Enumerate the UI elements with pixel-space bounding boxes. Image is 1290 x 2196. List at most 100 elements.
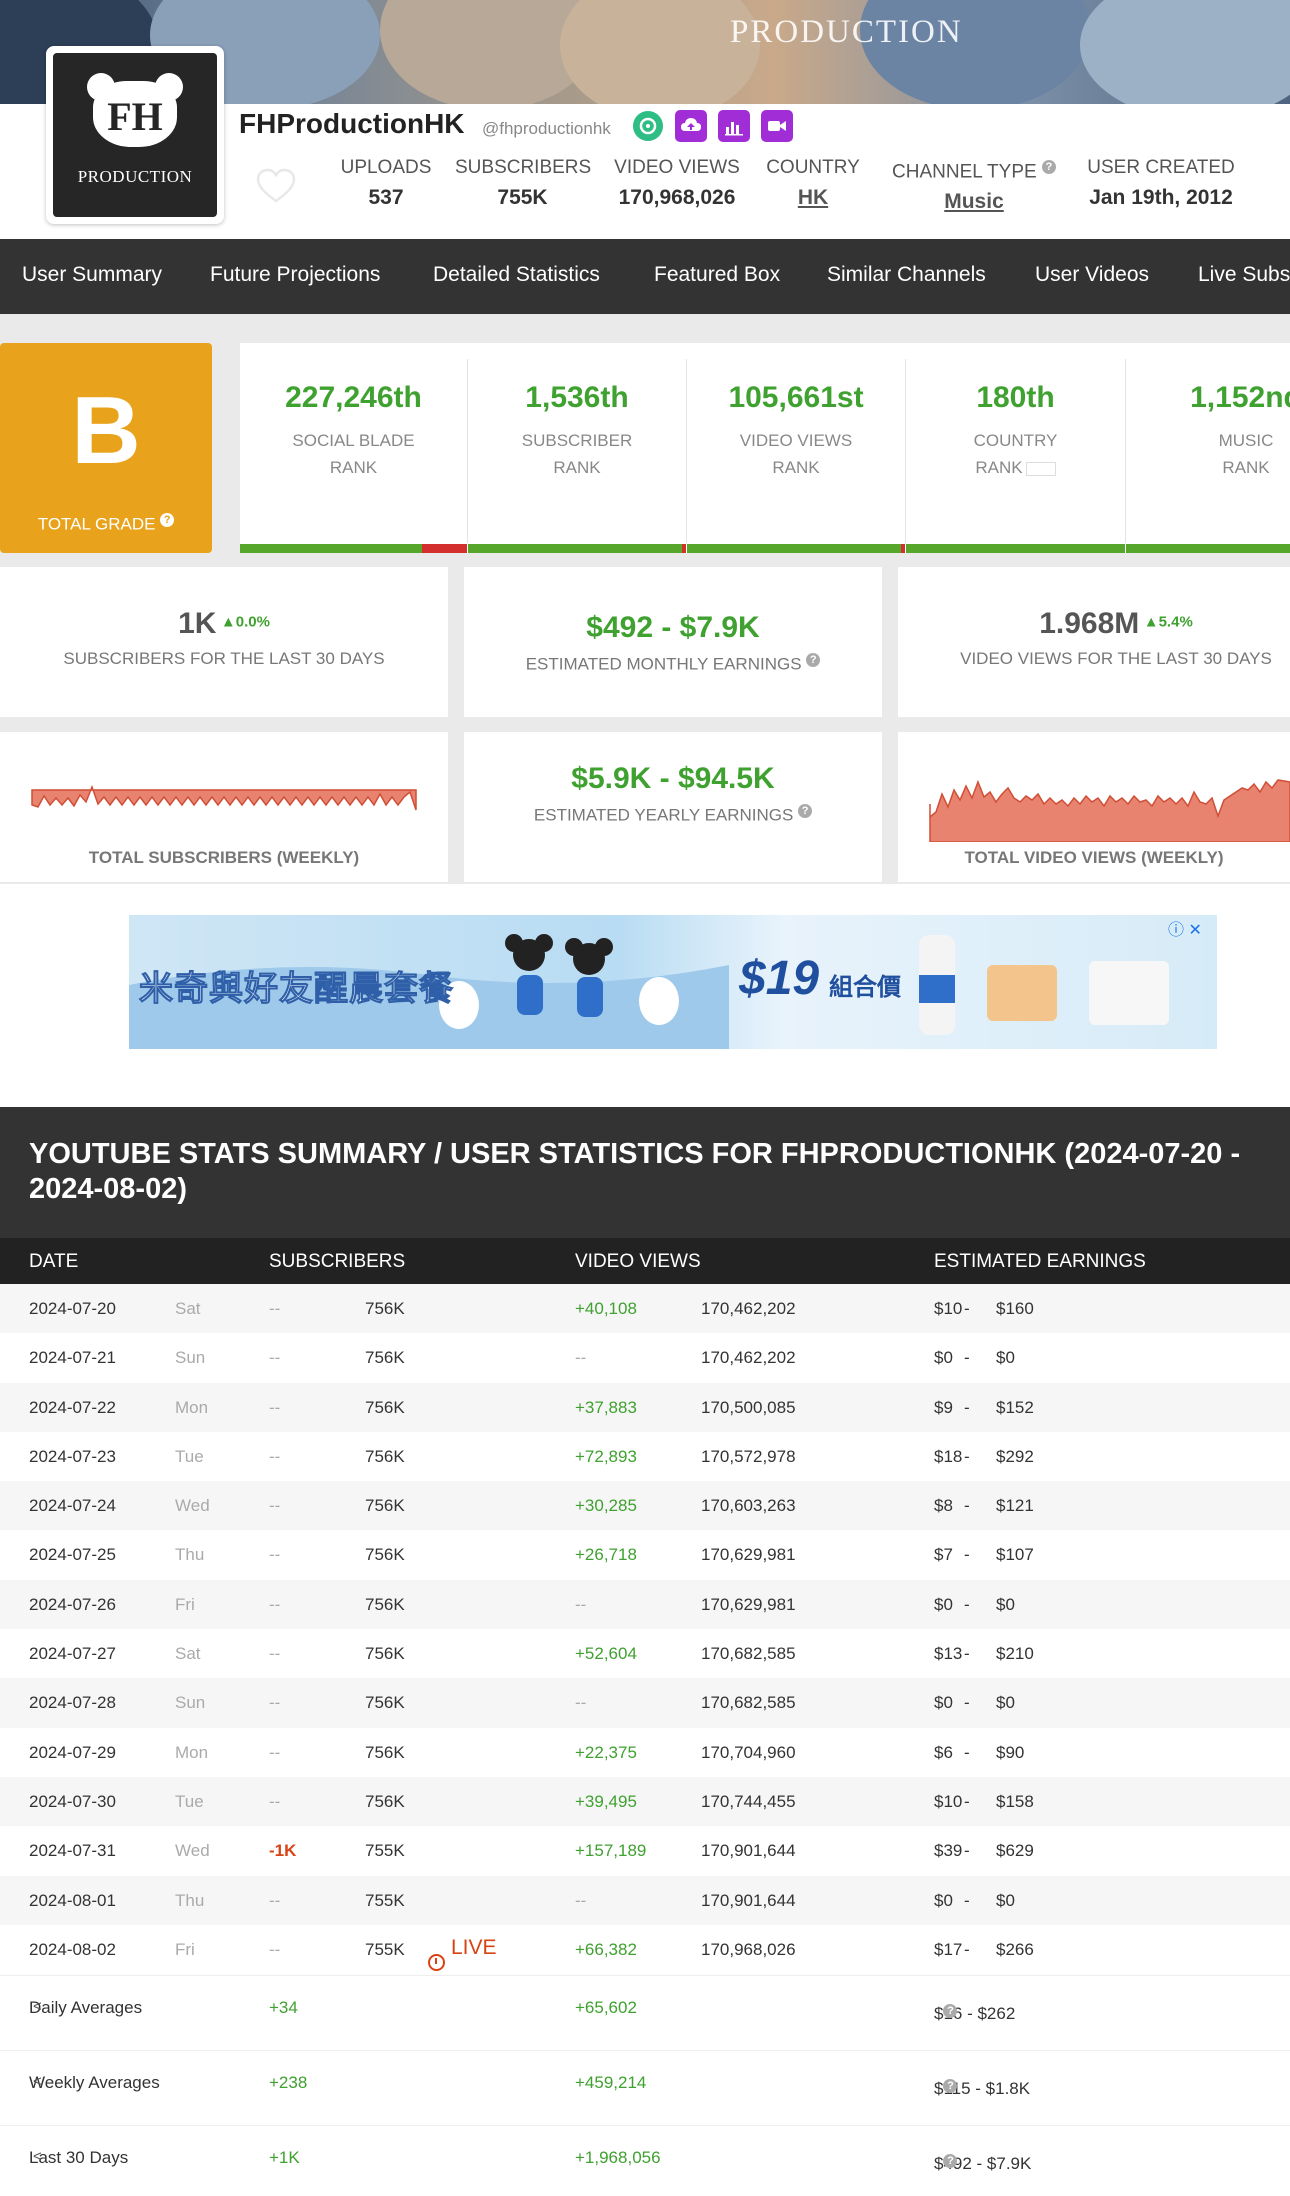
cell-view-delta: +66,382: [575, 1939, 637, 1959]
help-icon[interactable]: ?: [1041, 160, 1056, 174]
share-icon[interactable]: <: [33, 2073, 42, 2090]
cell-earn-low: $10: [934, 1299, 963, 1318]
cell-earn-low: $0: [934, 1594, 953, 1614]
cell-day: Wed: [175, 1496, 210, 1516]
cell-earn-low: $6: [934, 1742, 953, 1762]
help-icon[interactable]: ?: [798, 804, 813, 818]
range-separator: -: [964, 1791, 970, 1811]
cell-subs: 756K: [365, 1791, 405, 1811]
rank-bar: [906, 544, 1125, 553]
channel-handle[interactable]: @fhproductionhk: [482, 119, 611, 139]
video-camera-icon[interactable]: [761, 110, 793, 142]
ad-close-icon[interactable]: ⓘ ✕: [1168, 916, 1202, 940]
nav-featured-box[interactable]: Featured Box: [654, 263, 780, 287]
cell-earn-low: $17: [934, 1939, 963, 1959]
nav-user-videos[interactable]: User Videos: [1035, 263, 1149, 287]
check-circle-icon[interactable]: [632, 110, 664, 142]
country-flag-icon: [1025, 461, 1056, 476]
cell-date: 2024-07-27: [29, 1644, 116, 1664]
cell-date: 2024-07-31: [29, 1841, 116, 1861]
cell-view-delta: +39,495: [575, 1791, 637, 1811]
cell-earn-high: $0: [996, 1594, 1015, 1614]
cell-subs: 756K: [365, 1446, 405, 1466]
nav-live-subs[interactable]: Live Subs: [1198, 263, 1290, 287]
cell-day: Sun: [175, 1693, 206, 1713]
cell-view-delta: --: [575, 1594, 587, 1614]
cell-date: 2024-07-26: [29, 1594, 116, 1614]
table-row: 2024-07-27 Sat -- 756K +52,604 170,682,585 $13…: [0, 1629, 1290, 1679]
cell-sub-delta: --: [269, 1299, 281, 1318]
cell-subs: 756K: [365, 1644, 405, 1664]
share-icon[interactable]: <: [33, 2148, 42, 2165]
favorite-heart-icon[interactable]: [256, 168, 296, 204]
channel-icon-row: [632, 110, 793, 142]
advertisement-banner[interactable]: 米奇與好友醒晨套餐 $19 組合價: [129, 915, 1217, 1049]
avg-subs: +238: [269, 2073, 308, 2092]
table-row: 2024-07-25 Thu -- 756K +26,718 170,629,981 $7 $…: [0, 1530, 1290, 1580]
rank-label: RANK: [1222, 458, 1270, 477]
table-row: 2024-07-26 Fri -- 756K -- 170,629,981 $0 $0-: [0, 1579, 1290, 1630]
rank-label: RANK: [329, 458, 378, 477]
subs-30-days-label: SUBSCRIBERS FOR THE LAST 30 DAYS: [63, 649, 385, 668]
cell-day: Wed: [175, 1841, 210, 1861]
rank-value: 227,246th: [285, 381, 422, 414]
cell-day: Mon: [175, 1742, 209, 1762]
column-subscribers: SUBSCRIBERS: [269, 1251, 406, 1272]
channel-type-link[interactable]: Music: [884, 190, 1064, 214]
ad-price: $19: [739, 952, 820, 1005]
bar-chart-icon[interactable]: [718, 110, 750, 142]
grade-help-icon[interactable]: ?: [160, 513, 175, 527]
cell-views: 170,500,085: [701, 1397, 796, 1417]
cell-sub-delta: --: [269, 1446, 281, 1466]
cell-earn-low: $7: [934, 1545, 953, 1565]
channel-avatar[interactable]: FH PRODUCTION: [46, 46, 224, 224]
avg-label: Daily Averages: [29, 1998, 143, 2017]
live-badge[interactable]: LIVE: [428, 1936, 497, 1971]
cell-views: 170,901,644: [701, 1890, 796, 1910]
avatar-logo-text: FH: [107, 94, 163, 139]
subscribers-stat: SUBSCRIBERS 755K: [455, 157, 591, 210]
rank-bar-red: [900, 544, 905, 553]
nav-user-summary[interactable]: User Summary: [22, 263, 162, 287]
cloud-upload-icon[interactable]: [675, 110, 707, 142]
last-30-days-row: Last 30 Days < +1K +1,968,056 $492 - $7.9…: [0, 2125, 1290, 2196]
cell-earn-high: $629: [996, 1841, 1034, 1861]
cell-views: 170,682,585: [701, 1644, 796, 1664]
cell-date: 2024-07-21: [29, 1348, 116, 1368]
rank-label: COUNTRY: [973, 431, 1058, 450]
avg-views: +1,968,056: [575, 2148, 661, 2167]
help-icon[interactable]: ?: [806, 653, 821, 667]
table-row: 2024-07-23 Tue -- 756K +72,893 170,572,978 $18…: [0, 1431, 1290, 1482]
rank-bar: [1126, 544, 1290, 553]
cell-day: Tue: [175, 1446, 204, 1466]
nav-future-projections[interactable]: Future Projections: [210, 263, 380, 287]
cell-subs: 756K: [365, 1693, 405, 1713]
yearly-earnings-label: ESTIMATED YEARLY EARNINGS: [533, 805, 794, 825]
country-link[interactable]: HK: [765, 186, 861, 210]
yearly-earnings-card: $5.9K - $94.5K ESTIMATED YEARLY EARNINGS…: [464, 732, 882, 882]
channel-name: FHProductionHK: [239, 108, 465, 139]
user-created-label: USER CREATED: [1087, 157, 1235, 178]
rank-label: VIDEO VIEWS: [739, 431, 853, 450]
summary-title: YOUTUBE STATS SUMMARY / USER STATISTICS …: [29, 1138, 1241, 1205]
nav-detailed-statistics[interactable]: Detailed Statistics: [433, 263, 600, 287]
rank-label: SUBSCRIBER: [521, 431, 633, 450]
grade-letter: B: [71, 377, 141, 484]
cell-subs: 755K: [365, 1890, 405, 1910]
cell-subs: 756K: [365, 1299, 405, 1318]
rank-value: 1,536th: [525, 381, 629, 414]
cell-view-delta: --: [575, 1693, 587, 1713]
channel-nav: User Summary Future Projections Detailed…: [0, 239, 1290, 314]
video-views-value: 170,968,026: [618, 186, 736, 209]
channel-type-label: CHANNEL TYPE: [892, 161, 1037, 183]
share-icon[interactable]: <: [33, 1998, 42, 2015]
rank-label: RANK: [975, 458, 1023, 477]
uploads-value: 537: [368, 186, 404, 209]
nav-similar-channels[interactable]: Similar Channels: [827, 263, 986, 287]
cell-date: 2024-07-20: [29, 1299, 116, 1318]
subs-30-days-card: 1K ▲0.0% SUBSCRIBERS FOR THE LAST 30 DAY…: [0, 567, 448, 717]
subs-weekly-sparkline: [31, 784, 417, 811]
cell-sub-delta: --: [269, 1644, 281, 1664]
cell-day: Sun: [175, 1348, 206, 1368]
cell-views: 170,629,981: [701, 1594, 796, 1614]
